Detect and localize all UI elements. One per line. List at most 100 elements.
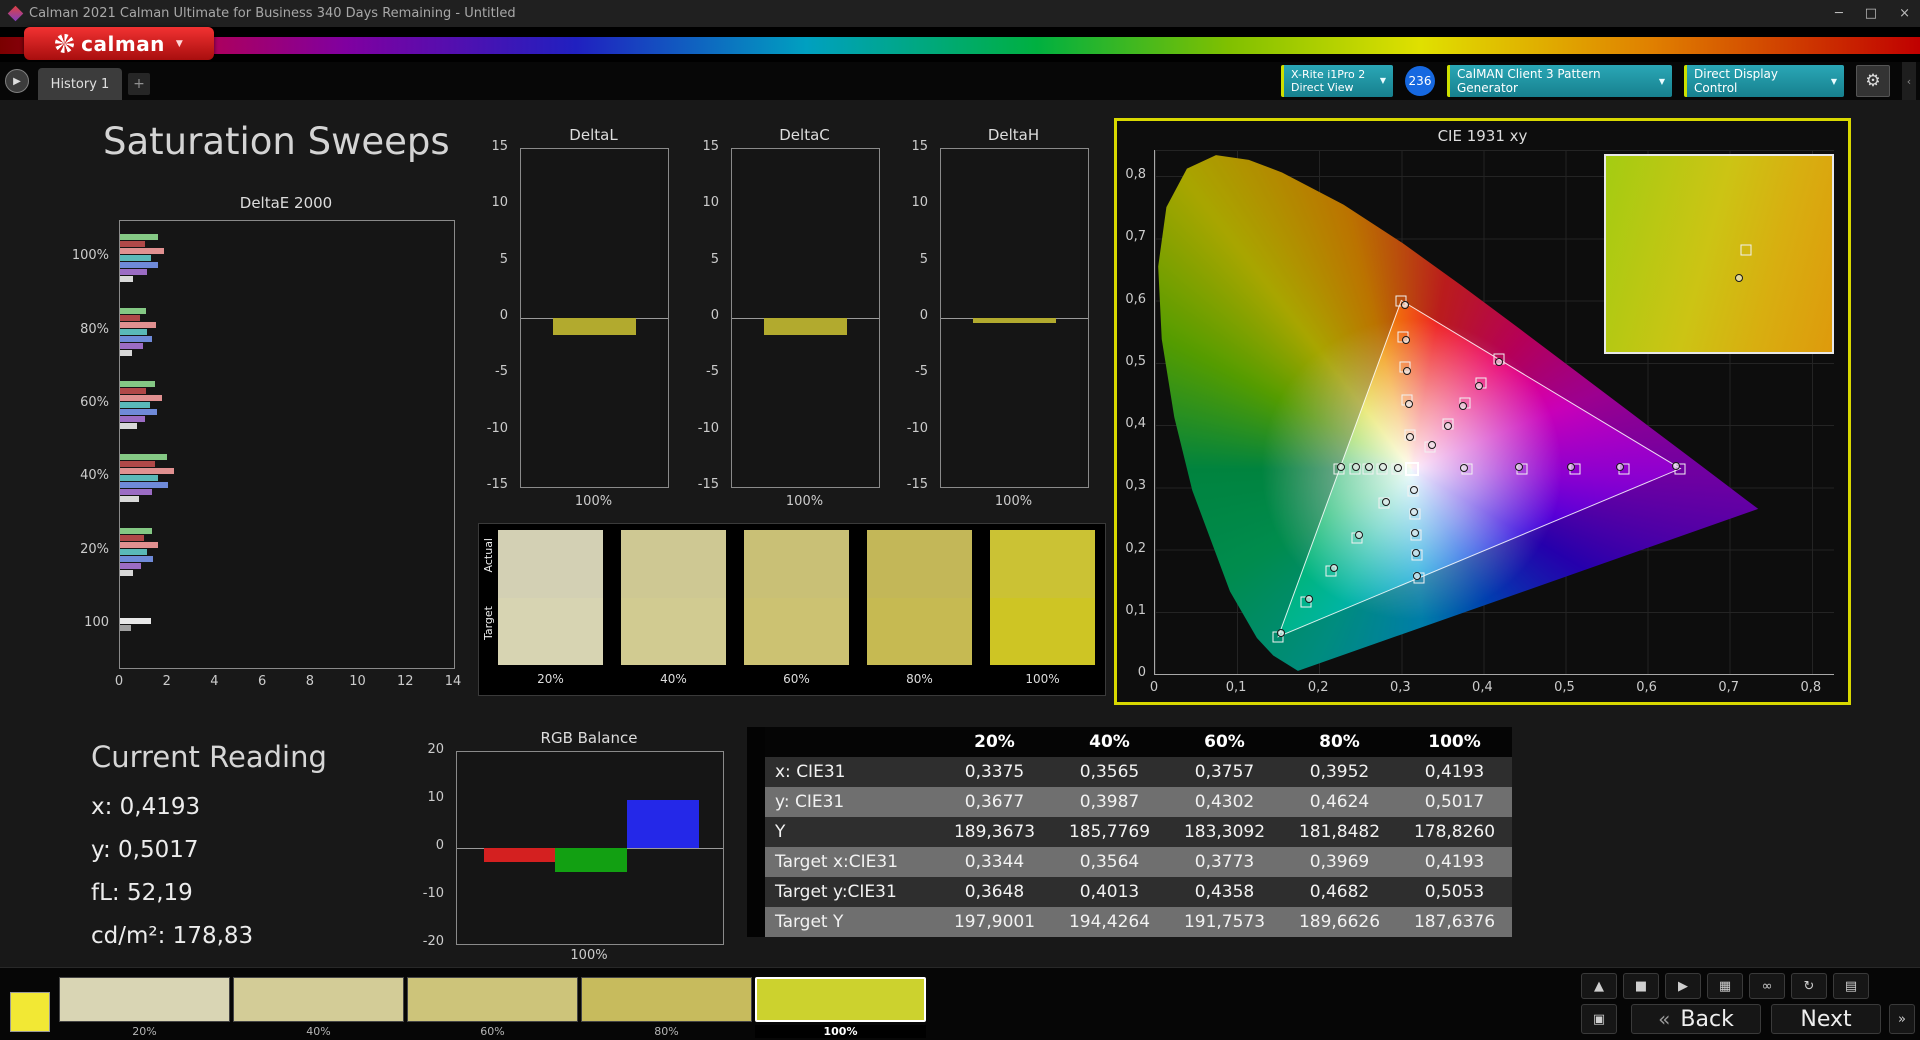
meter-line2: Direct View [1291,81,1354,94]
deltae-bar [120,625,131,631]
add-tab-button[interactable]: + [128,73,150,95]
bottom-swatch-60%[interactable] [407,977,578,1022]
cie-measured-marker [1305,594,1314,603]
cie-y-tick: 0 [1137,665,1146,680]
maximize-button[interactable]: □ [1865,6,1877,21]
cie-zoom-inset [1604,154,1834,354]
cie-x-tick: 0,1 [1225,680,1247,695]
cie-y-tick: 0,5 [1125,353,1146,369]
next-button[interactable]: Next [1771,1004,1881,1034]
deltae-x-tick: 4 [210,674,219,689]
next-chevron-button[interactable]: » [1889,1004,1915,1034]
table-header-cell: 80% [1282,727,1397,757]
swatch-actual [498,530,603,598]
deltae-bar [120,254,151,261]
collapse-panel-button[interactable]: ‹ [1902,62,1916,100]
swatch-100% [990,530,1095,665]
deltae-x-tick: 10 [349,674,366,689]
delta-y-tick: -15 [697,477,719,492]
tab-history-1[interactable]: History 1 [38,68,122,100]
meter-line1: X-Rite i1Pro 2 [1291,67,1366,81]
back-button[interactable]: « Back [1631,1004,1761,1034]
swatch-label: 100% [1025,672,1060,686]
deltae-bar [120,415,146,422]
stop-button[interactable]: ■ [1623,973,1659,999]
rgb-x-label: 100% [570,948,608,963]
bottom-swatch-100%[interactable] [755,977,926,1022]
history-nav-button[interactable]: ▶ [5,69,29,93]
minimize-button[interactable]: ─ [1835,6,1843,21]
bottom-swatch-20%[interactable] [59,977,230,1022]
layout-button[interactable]: ▣ [1581,1004,1617,1034]
delta-y-tick: -15 [486,477,508,492]
deltae-bar [120,275,134,282]
table-cell: 187,6376 [1397,907,1512,937]
deltae-bar [120,321,156,328]
deltae-bar-group [120,527,159,577]
next-label: Next [1800,1006,1852,1032]
deltae-bar [120,240,146,247]
deltae-bar [120,380,155,387]
swatch-target [498,597,603,665]
rgb-bar-blue [627,800,700,848]
calman-menu-button[interactable]: calman ▼ [24,27,214,60]
play-button[interactable]: ▶ [1665,973,1701,999]
close-button[interactable]: × [1899,6,1910,21]
delta-y-tick: 5 [710,251,719,267]
cie-x-tick: 0 [1149,680,1159,695]
deltae-bar [120,460,155,467]
delta-y-tick: -10 [906,420,928,436]
deltae-x-tick: 6 [258,674,267,689]
table-cell: 0,3564 [1052,847,1167,877]
deltae-bar [120,268,148,275]
swatch-actual [621,530,726,598]
delta-y-tick: 10 [911,195,928,211]
refresh-button[interactable]: ↻ [1791,973,1827,999]
delta-value-bar [764,318,847,335]
meter-dropdown[interactable]: X-Rite i1Pro 2 Direct View ▼ [1281,65,1393,97]
rgb-bar-green [555,848,628,872]
table-cell: 194,4264 [1052,907,1167,937]
deltae-category-label: 100% [71,248,109,263]
cie-measured-marker [1410,507,1419,516]
cie-measured-marker [1394,463,1403,472]
deltae-category-label: 40% [80,468,109,483]
table-cell: 0,3969 [1282,847,1397,877]
table-row-label: Target x:CIE31 [765,847,937,877]
table-cell: 0,3952 [1282,757,1397,787]
table-cell: 0,3565 [1052,757,1167,787]
cie-measured-marker [1352,462,1361,471]
cie-x-tick: 0,3 [1389,680,1411,695]
deltae-bar-group [120,233,165,283]
link-button[interactable]: ∞ [1749,973,1785,999]
swatch-60% [744,530,849,665]
current-reading-value: fL: 52,19 [91,880,193,906]
deltae-bar [120,453,167,460]
pattern-generator-dropdown[interactable]: CalMAN Client 3 Pattern Generator ▼ [1447,65,1672,97]
deltae-bar-group [120,618,151,632]
settings-button[interactable]: ⚙ [1856,65,1890,97]
table-cell: 185,7769 [1052,817,1167,847]
display-control-dropdown[interactable]: Direct Display Control ▼ [1684,65,1844,97]
report-button[interactable]: ▤ [1833,973,1869,999]
titlebar: Calman 2021 Calman Ultimate for Business… [0,0,1920,27]
table-cell: 183,3092 [1167,817,1282,847]
swatch-20% [498,530,603,665]
up-button[interactable]: ▲ [1581,973,1617,999]
delta-value-bar [553,318,636,335]
deltah-title: DeltaH [987,126,1040,144]
table-cell: 178,8260 [1397,817,1512,847]
table-header-cell: 100% [1397,727,1512,757]
deltae-category-label: 100 [84,615,109,630]
save-button[interactable]: ▦ [1707,973,1743,999]
cie-measured-marker [1379,463,1388,472]
bottom-swatch-40%[interactable] [233,977,404,1022]
cie-y-tick: 0,7 [1125,229,1146,245]
page-title: Saturation Sweeps [103,120,450,163]
deltae-bar [120,408,157,415]
chevron-down-icon: ▼ [175,38,183,49]
deltae-bar [120,548,148,555]
table-cell: 0,3344 [937,847,1052,877]
bottom-swatch-80%[interactable] [581,977,752,1022]
table-cell: 0,3648 [937,877,1052,907]
